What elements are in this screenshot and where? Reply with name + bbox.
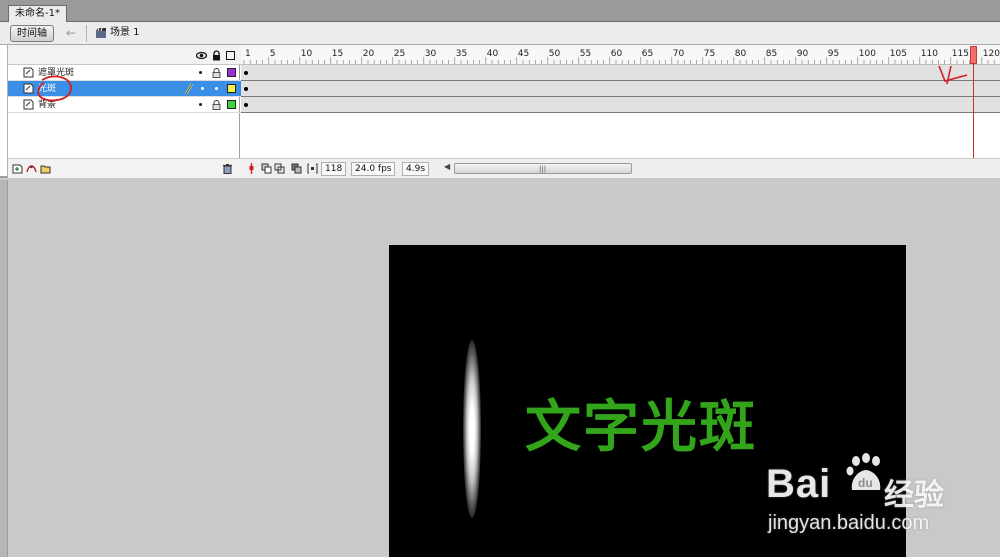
timeline-toggle-button[interactable]: 时间轴 <box>10 25 54 42</box>
stage-text[interactable]: 文字光斑 <box>525 395 757 461</box>
edit-bar: 时间轴 ← 场景 1 <box>0 22 1000 45</box>
paw-logo-icon: du <box>846 453 881 490</box>
onion-skin-icon[interactable] <box>261 163 272 174</box>
document-tab-strip: 未命名-1* <box>0 0 1000 22</box>
layer-icon <box>23 83 34 94</box>
ruler-label: 35 <box>456 49 467 59</box>
toolbar-separator <box>86 25 87 42</box>
pencil-icon <box>184 83 194 95</box>
layer-icon <box>23 67 34 78</box>
layer-list-header <box>8 45 241 65</box>
annotation-arrow <box>938 65 968 85</box>
ruler-label: 50 <box>549 49 561 59</box>
ruler-label: 55 <box>580 49 591 59</box>
watermark-suffix: 经验 <box>884 478 944 513</box>
current-frame-field: 118 <box>321 162 347 176</box>
ruler-label: 120 <box>983 49 1000 59</box>
frame-row[interactable] <box>241 97 1000 113</box>
ruler-label: 10 <box>301 49 313 59</box>
ruler-label: 40 <box>487 49 499 59</box>
ruler-label: 1 <box>245 49 251 59</box>
scene-clapperboard-icon <box>96 27 106 38</box>
keyframe[interactable] <box>244 71 248 75</box>
scroll-left-arrow-icon[interactable]: ◀ <box>444 162 450 171</box>
ruler-label: 45 <box>518 49 529 59</box>
new-folder-icon[interactable] <box>40 163 51 174</box>
layer-footer <box>8 158 241 178</box>
annotation-circle <box>37 75 72 102</box>
ruler-label: 30 <box>425 49 437 59</box>
lock-dot[interactable] <box>215 87 218 90</box>
ruler-label: 80 <box>735 49 747 59</box>
frame-area[interactable]: 1 5 10 15 20 25 30 35 40 45 50 55 60 65 70 75 80 85 90 95 10… <box>241 45 1000 178</box>
frame-rate-field[interactable]: 24.0 fps <box>351 162 396 176</box>
layer-color-swatch[interactable] <box>227 84 236 93</box>
ruler-label: 95 <box>828 49 839 59</box>
add-motion-guide-icon[interactable] <box>26 163 37 174</box>
frame-empty-area <box>241 114 1000 158</box>
scrollbar-grip-icon: ||| <box>539 165 547 173</box>
keyframe[interactable] <box>244 87 248 91</box>
ruler-label: 85 <box>766 49 777 59</box>
back-arrow-icon[interactable]: ← <box>63 25 79 41</box>
lock-icon[interactable] <box>211 50 222 61</box>
lock-icon[interactable] <box>212 68 221 78</box>
light-streak-shape[interactable] <box>463 340 481 518</box>
ruler-label: 20 <box>363 49 375 59</box>
layer-icon <box>23 99 34 110</box>
ruler-label: 90 <box>797 49 809 59</box>
elapsed-time-field: 4.9s <box>402 162 430 176</box>
frame-row[interactable] <box>241 81 1000 97</box>
ruler-label: 65 <box>642 49 653 59</box>
frame-row[interactable] <box>241 65 1000 81</box>
visibility-dot[interactable] <box>199 103 202 106</box>
ruler-label: 100 <box>859 49 876 59</box>
ruler-label: 60 <box>611 49 623 59</box>
paw-logo-text: du <box>858 476 873 490</box>
outline-toggle-icon[interactable] <box>226 51 235 60</box>
onion-skin-outlines-icon[interactable] <box>274 163 285 174</box>
center-frame-icon[interactable] <box>246 163 257 174</box>
modify-onion-markers-icon[interactable] <box>307 163 318 174</box>
playhead[interactable] <box>970 46 977 64</box>
new-layer-icon[interactable] <box>12 163 23 174</box>
ruler-label: 75 <box>704 49 715 59</box>
frame-ruler[interactable]: 1 5 10 15 20 25 30 35 40 45 50 55 60 65 70 75 80 85 90 95 10… <box>241 45 1000 65</box>
ruler-label: 25 <box>394 49 405 59</box>
ruler-label: 105 <box>890 49 907 59</box>
lock-icon[interactable] <box>212 100 221 110</box>
workspace-left-edge <box>0 180 8 557</box>
watermark-brand: Bai <box>766 462 832 506</box>
visibility-dot[interactable] <box>199 71 202 74</box>
horizontal-scrollbar[interactable]: ||| <box>454 163 632 174</box>
playhead-line <box>973 64 974 159</box>
visibility-dot[interactable] <box>201 87 204 90</box>
scene-breadcrumb[interactable]: 场景 1 <box>110 26 140 40</box>
watermark-url: jingyan.baidu.com <box>768 512 930 534</box>
baidu-jingyan-watermark: Bai du 经验 jingyan.baidu.com <box>766 452 996 552</box>
keyframe[interactable] <box>244 103 248 107</box>
layer-list: 遮罩光斑 光斑 背景 <box>7 45 241 178</box>
ruler-label: 115 <box>952 49 969 59</box>
trash-icon[interactable] <box>222 163 233 174</box>
ruler-label: 5 <box>270 49 276 59</box>
layer-color-swatch[interactable] <box>227 68 236 77</box>
layer-color-swatch[interactable] <box>227 100 236 109</box>
document-tab[interactable]: 未命名-1* <box>8 5 67 22</box>
timeline-status-bar: 118 24.0 fps 4.9s ◀ ||| <box>241 158 1000 178</box>
ruler-label: 70 <box>673 49 685 59</box>
ruler-label: 15 <box>332 49 343 59</box>
timeline-panel: 遮罩光斑 光斑 背景 1 5 10 15 20 25 30 35 40 45 5… <box>0 45 1000 178</box>
eye-icon[interactable] <box>196 50 207 61</box>
edit-multiple-frames-icon[interactable] <box>291 163 302 174</box>
ruler-label: 110 <box>921 49 938 59</box>
